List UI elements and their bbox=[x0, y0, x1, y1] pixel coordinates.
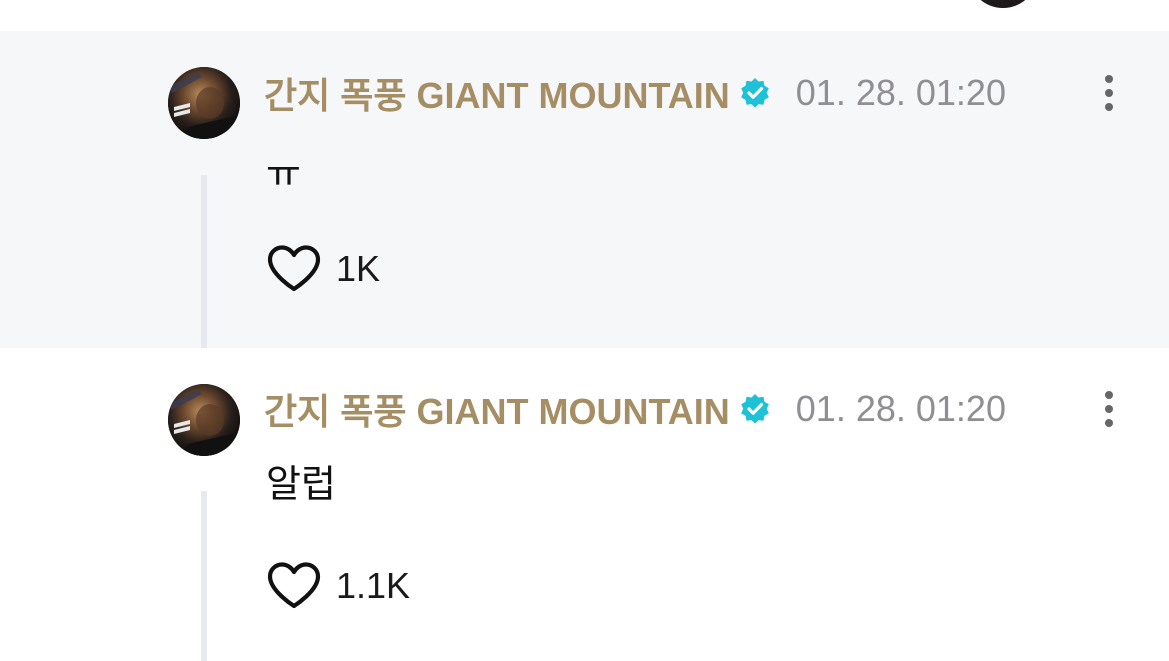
heart-outline-icon bbox=[267, 245, 321, 292]
like-button[interactable] bbox=[266, 244, 322, 294]
comments-page: 간지 폭풍 GIANT MOUNTAIN 01. 28. 01:20 ㅠ 1K … bbox=[0, 0, 1169, 661]
like-row: 1K bbox=[266, 242, 380, 296]
comment-item: 간지 폭풍 GIANT MOUNTAIN 01. 28. 01:20 알럽 1.… bbox=[0, 348, 1169, 661]
like-count: 1K bbox=[336, 248, 381, 289]
avatar[interactable] bbox=[968, 0, 1038, 8]
author-name[interactable]: 간지 폭풍 GIANT MOUNTAIN bbox=[264, 67, 730, 119]
comment-item: 간지 폭풍 GIANT MOUNTAIN 01. 28. 01:20 ㅠ 1K bbox=[0, 31, 1169, 348]
like-row: 1.1K bbox=[266, 559, 410, 613]
avatar[interactable] bbox=[168, 67, 240, 139]
heart-outline-icon bbox=[267, 562, 321, 609]
verified-badge-icon bbox=[738, 76, 772, 110]
more-options-icon[interactable] bbox=[1098, 389, 1120, 429]
thread-line bbox=[201, 175, 207, 348]
comment-header: 간지 폭풍 GIANT MOUNTAIN 01. 28. 01:20 bbox=[264, 67, 1006, 119]
verified-badge-icon bbox=[738, 392, 772, 426]
avatar-image bbox=[168, 67, 240, 139]
comment-body: 알럽 bbox=[266, 464, 336, 506]
previous-comment-edge bbox=[0, 0, 1169, 31]
comment-timestamp: 01. 28. 01:20 bbox=[795, 72, 1006, 113]
avatar[interactable] bbox=[168, 384, 240, 456]
comment-header: 간지 폭풍 GIANT MOUNTAIN 01. 28. 01:20 bbox=[264, 383, 1006, 435]
comment-timestamp: 01. 28. 01:20 bbox=[795, 388, 1006, 429]
thread-line bbox=[201, 491, 207, 661]
avatar-image bbox=[168, 384, 240, 456]
comment-body: ㅠ bbox=[266, 154, 301, 196]
like-count: 1.1K bbox=[336, 565, 411, 606]
author-name[interactable]: 간지 폭풍 GIANT MOUNTAIN bbox=[264, 383, 730, 435]
like-button[interactable] bbox=[266, 561, 322, 611]
more-options-icon[interactable] bbox=[1098, 73, 1120, 113]
